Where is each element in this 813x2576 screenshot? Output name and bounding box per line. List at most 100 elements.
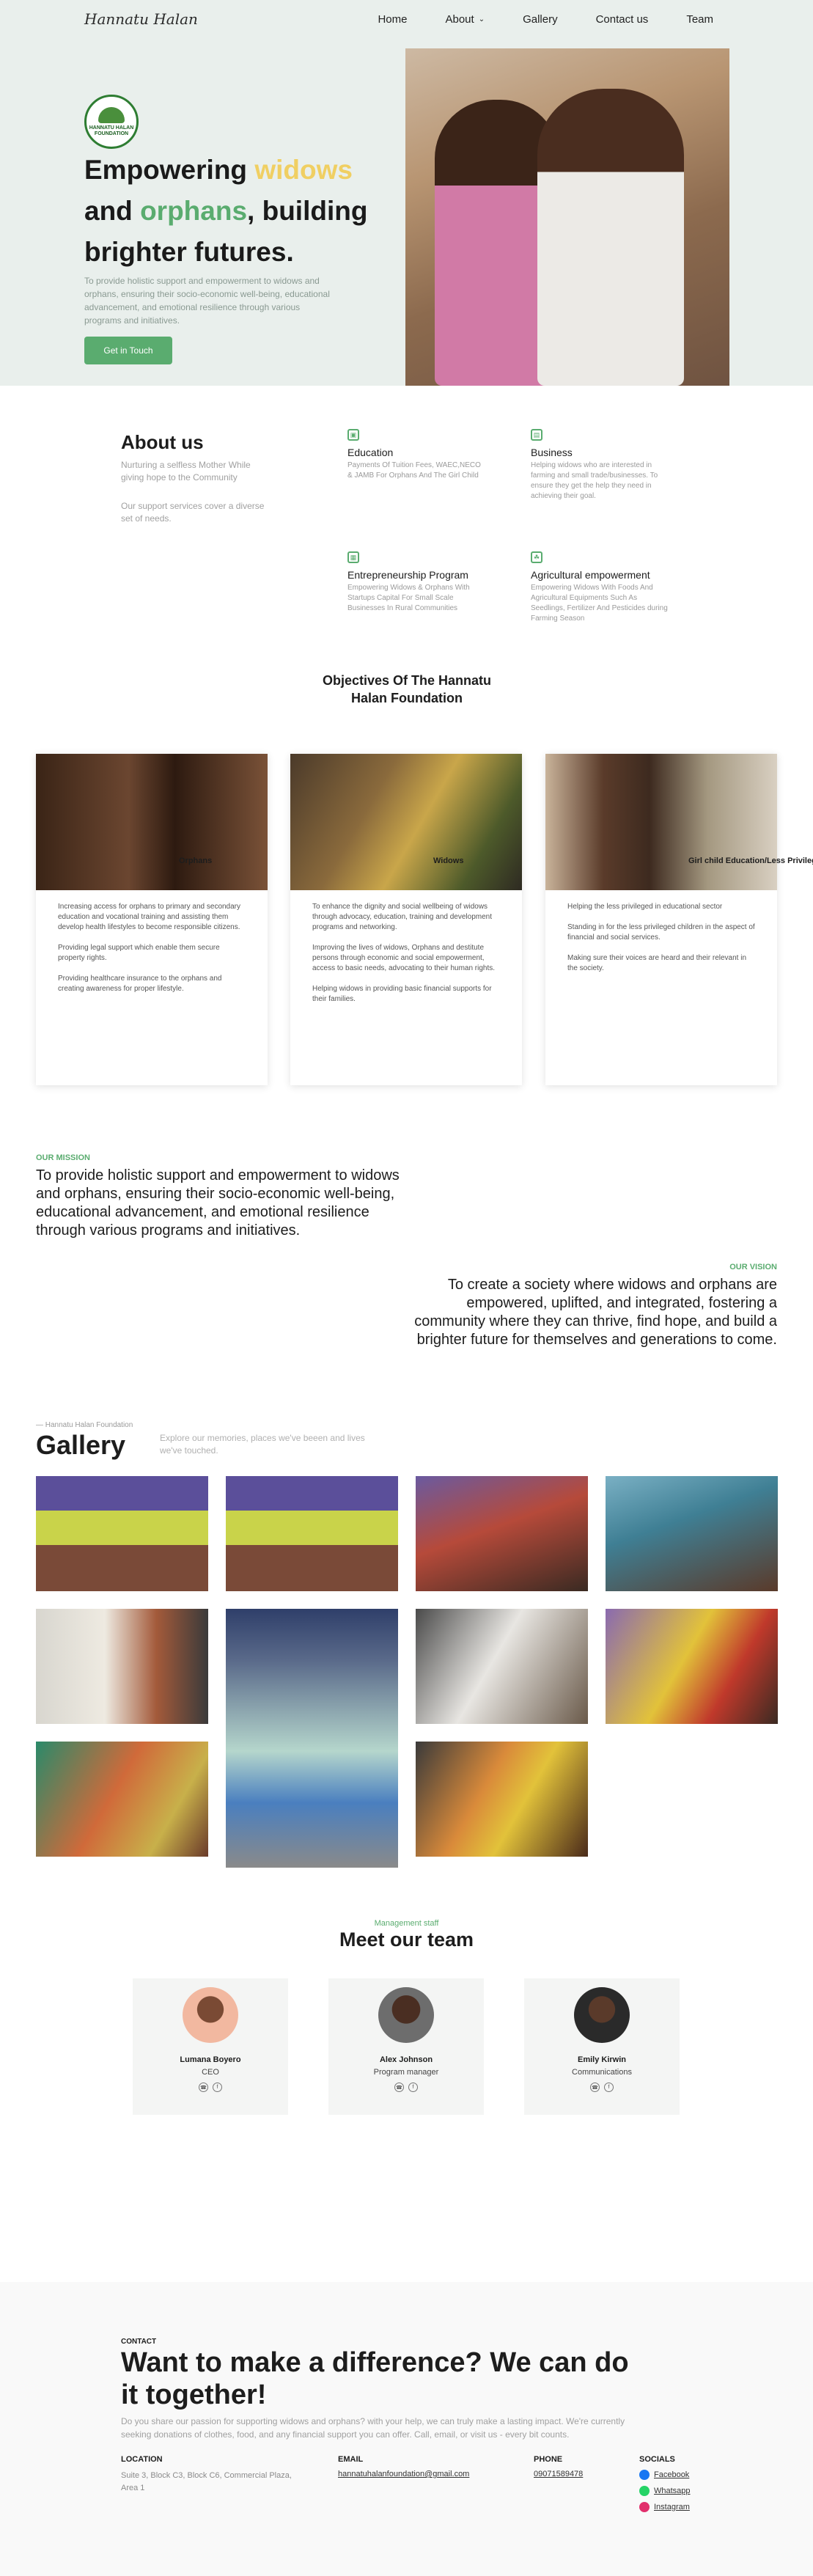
about-subtitle: Nurturing a selfless Mother While giving… bbox=[121, 460, 251, 482]
phone-link[interactable]: 09071589478 bbox=[534, 2470, 583, 2478]
nav-link-team[interactable]: Team bbox=[667, 13, 732, 26]
get-in-touch-button[interactable]: Get in Touch bbox=[84, 337, 172, 364]
service-description: Empowering Widows With Foods And Agricul… bbox=[531, 584, 668, 623]
service-education: ▣ Education Payments Of Tuition Fees, WA… bbox=[347, 429, 487, 481]
contact-location: LOCATION Suite 3, Block C3, Block C6, Co… bbox=[121, 2455, 297, 2495]
email-link[interactable]: hannatuhalanfoundation@gmail.com bbox=[338, 2470, 469, 2478]
team-card: Emily Kirwin Communications ☎ f bbox=[524, 1978, 680, 2115]
objective-card-orphans: Orphans Increasing access for orphans to… bbox=[36, 754, 268, 1085]
page: Hannatu Halan Home About ⌄ Gallery Contac… bbox=[0, 0, 813, 2576]
education-icon: ▣ bbox=[347, 429, 359, 441]
service-description: Payments Of Tuition Fees, WAEC,NECO & JA… bbox=[347, 461, 481, 480]
gallery-image[interactable] bbox=[36, 1742, 208, 1857]
contact-column-heading: PHONE bbox=[534, 2455, 563, 2464]
gallery-image[interactable] bbox=[606, 1476, 778, 1591]
brand-logo-text[interactable]: Hannatu Halan bbox=[84, 10, 198, 28]
social-instagram[interactable]: Instagram bbox=[639, 2502, 691, 2512]
objective-card-girl-child: Girl child Education/Less Privileged Hel… bbox=[545, 754, 813, 1085]
team-social-icons: ☎ f bbox=[328, 2083, 484, 2092]
card-paragraph: Increasing access for orphans to primary… bbox=[58, 903, 241, 931]
briefcase-icon: ▦ bbox=[347, 551, 359, 563]
gallery-image[interactable] bbox=[36, 1609, 208, 1724]
social-label: Facebook bbox=[654, 2470, 690, 2479]
nav-link-about[interactable]: About ⌄ bbox=[426, 13, 504, 26]
facebook-icon bbox=[639, 2470, 650, 2480]
contact-location-value: Suite 3, Block C3, Block C6, Commercial … bbox=[121, 2471, 292, 2492]
avatar bbox=[183, 1987, 238, 2043]
contact-column-heading: LOCATION bbox=[121, 2455, 163, 2464]
objectives-title: Objectives Of The Hannatu Halan Foundati… bbox=[322, 673, 492, 705]
facebook-icon[interactable]: f bbox=[408, 2083, 418, 2092]
sprout-icon: ☘ bbox=[531, 551, 542, 563]
team-member-role: CEO bbox=[202, 2068, 219, 2077]
service-title: Business bbox=[531, 447, 573, 458]
contact-title: Want to make a difference? We can do it … bbox=[121, 2347, 629, 2410]
gallery-title: Gallery bbox=[36, 1430, 126, 1460]
nav-link-home[interactable]: Home bbox=[358, 13, 426, 26]
foundation-seal-logo: HANNATU HALAN FOUNDATION bbox=[84, 95, 139, 149]
service-title: Entrepreneurship Program bbox=[347, 569, 468, 581]
nav-links: Home About ⌄ Gallery Contact us Team bbox=[358, 13, 732, 26]
about-subtitle-2: Our support services cover a diverse set… bbox=[121, 501, 265, 524]
team-member-role: Program manager bbox=[373, 2068, 439, 2077]
mission-text: To provide holistic support and empowerm… bbox=[36, 1167, 400, 1239]
card-paragraph: Helping the less privileged in education… bbox=[567, 903, 723, 911]
team-card: Lumana Boyero CEO ☎ f bbox=[133, 1978, 288, 2115]
contact-socials: SOCIALS Facebook Whatsapp Instagram bbox=[639, 2455, 691, 2518]
whatsapp-icon[interactable]: ☎ bbox=[199, 2083, 208, 2092]
seal-text: HANNATU HALAN FOUNDATION bbox=[89, 125, 134, 136]
nav-link-label: Home bbox=[378, 13, 408, 26]
card-body: To enhance the dignity and social wellbe… bbox=[312, 902, 500, 1005]
gallery-image[interactable] bbox=[416, 1476, 588, 1591]
nav-link-contact[interactable]: Contact us bbox=[577, 13, 668, 26]
avatar bbox=[574, 1987, 630, 2043]
contact-phone: PHONE 09071589478 bbox=[534, 2455, 583, 2478]
gallery-subtitle: Explore our memories, places we've beeen… bbox=[160, 1433, 365, 1456]
contact-email: EMAIL hannatuhalanfoundation@gmail.com bbox=[338, 2455, 469, 2478]
service-description: Helping widows who are interested in far… bbox=[531, 461, 658, 500]
nav-link-label: Team bbox=[686, 13, 713, 26]
nav-link-gallery[interactable]: Gallery bbox=[504, 13, 577, 26]
team-tag: Management staff bbox=[374, 1919, 439, 1928]
hero-title-part: Empowering bbox=[84, 155, 255, 185]
nav-link-label: Contact us bbox=[595, 13, 649, 26]
avatar bbox=[378, 1987, 434, 2043]
social-whatsapp[interactable]: Whatsapp bbox=[639, 2486, 691, 2496]
facebook-icon[interactable]: f bbox=[604, 2083, 614, 2092]
service-entrepreneurship: ▦ Entrepreneurship Program Empowering Wi… bbox=[347, 551, 487, 614]
gallery-image[interactable] bbox=[416, 1742, 588, 1857]
contact-column-heading: EMAIL bbox=[338, 2455, 364, 2464]
card-paragraph: Standing in for the less privileged chil… bbox=[567, 923, 755, 942]
service-title: Education bbox=[347, 447, 394, 458]
card-paragraph: Providing legal support which enable the… bbox=[58, 944, 220, 962]
team-member-name: Emily Kirwin bbox=[577, 2055, 627, 2064]
photo-child-figure bbox=[537, 89, 684, 386]
hero-children-photo bbox=[405, 48, 729, 386]
team-social-icons: ☎ f bbox=[133, 2083, 288, 2092]
navbar: Hannatu Halan Home About ⌄ Gallery Contac… bbox=[0, 0, 813, 41]
about-title: About us bbox=[121, 431, 204, 453]
gallery-image-featured[interactable] bbox=[226, 1609, 398, 1868]
seal-emblem-icon bbox=[98, 106, 125, 123]
card-paragraph: Providing healthcare insurance to the or… bbox=[58, 975, 222, 993]
team-member-role: Communications bbox=[572, 2068, 632, 2077]
gallery-image[interactable] bbox=[606, 1609, 778, 1724]
hero-title-highlight-widows: widows bbox=[254, 155, 353, 185]
hero-section: HANNATU HALAN FOUNDATION Empowering wido… bbox=[0, 41, 813, 386]
gallery-image[interactable] bbox=[36, 1476, 208, 1591]
hero-title-part: and bbox=[84, 196, 141, 226]
card-paragraph: To enhance the dignity and social wellbe… bbox=[312, 903, 492, 931]
contact-section: CONTACT Want to make a difference? We ca… bbox=[0, 2282, 813, 2576]
team-member-name: Alex Johnson bbox=[379, 2055, 433, 2064]
social-label: Instagram bbox=[654, 2503, 690, 2511]
contact-column-heading: SOCIALS bbox=[639, 2455, 675, 2464]
gallery-image[interactable] bbox=[226, 1476, 398, 1591]
gallery-image[interactable] bbox=[416, 1609, 588, 1724]
social-facebook[interactable]: Facebook bbox=[639, 2470, 691, 2480]
team-social-icons: ☎ f bbox=[524, 2083, 680, 2092]
whatsapp-icon[interactable]: ☎ bbox=[590, 2083, 600, 2092]
facebook-icon[interactable]: f bbox=[213, 2083, 222, 2092]
nav-link-label: Gallery bbox=[523, 13, 558, 26]
whatsapp-icon[interactable]: ☎ bbox=[394, 2083, 404, 2092]
team-card: Alex Johnson Program manager ☎ f bbox=[328, 1978, 484, 2115]
